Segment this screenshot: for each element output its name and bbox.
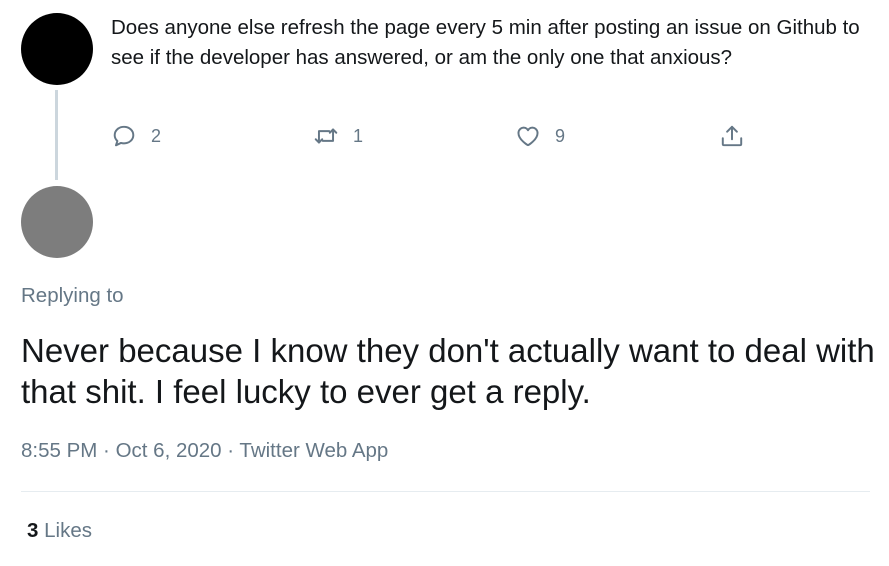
reply-button[interactable]: 2 [111, 120, 161, 152]
like-count: 9 [555, 125, 566, 146]
thread-line [55, 90, 58, 180]
likes-count: 3 [27, 519, 39, 542]
meta-separator: · [97, 439, 116, 462]
tweet-source-link[interactable]: Twitter Web App [239, 439, 388, 462]
reply-tweet-text: Never because I know they don't actually… [21, 332, 875, 410]
replying-to-label: Replying to [21, 284, 124, 307]
retweet-button[interactable]: 1 [313, 120, 363, 152]
meta-separator: · [221, 439, 240, 462]
tweet-date[interactable]: Oct 6, 2020 [116, 439, 222, 462]
like-icon [517, 126, 539, 147]
retweet-icon [314, 128, 338, 144]
tweet-meta: 8:55 PM · Oct 6, 2020 · Twitter Web App [21, 439, 388, 463]
parent-tweet-text: Does anyone else refresh the page every … [111, 16, 860, 69]
parent-avatar[interactable] [21, 13, 93, 85]
likes-link[interactable]: 3 Likes [27, 519, 92, 543]
retweet-count: 1 [353, 125, 364, 146]
like-button[interactable]: 9 [515, 120, 565, 152]
share-icon [721, 125, 743, 147]
reply-count: 2 [151, 125, 162, 146]
tweet-actions: 2 1 9 [111, 120, 771, 152]
reply-avatar[interactable] [21, 186, 93, 258]
reply-icon [113, 125, 135, 147]
divider [21, 491, 870, 492]
tweet-time[interactable]: 8:55 PM [21, 439, 97, 462]
likes-label: Likes [44, 519, 92, 542]
share-button[interactable] [719, 120, 745, 152]
